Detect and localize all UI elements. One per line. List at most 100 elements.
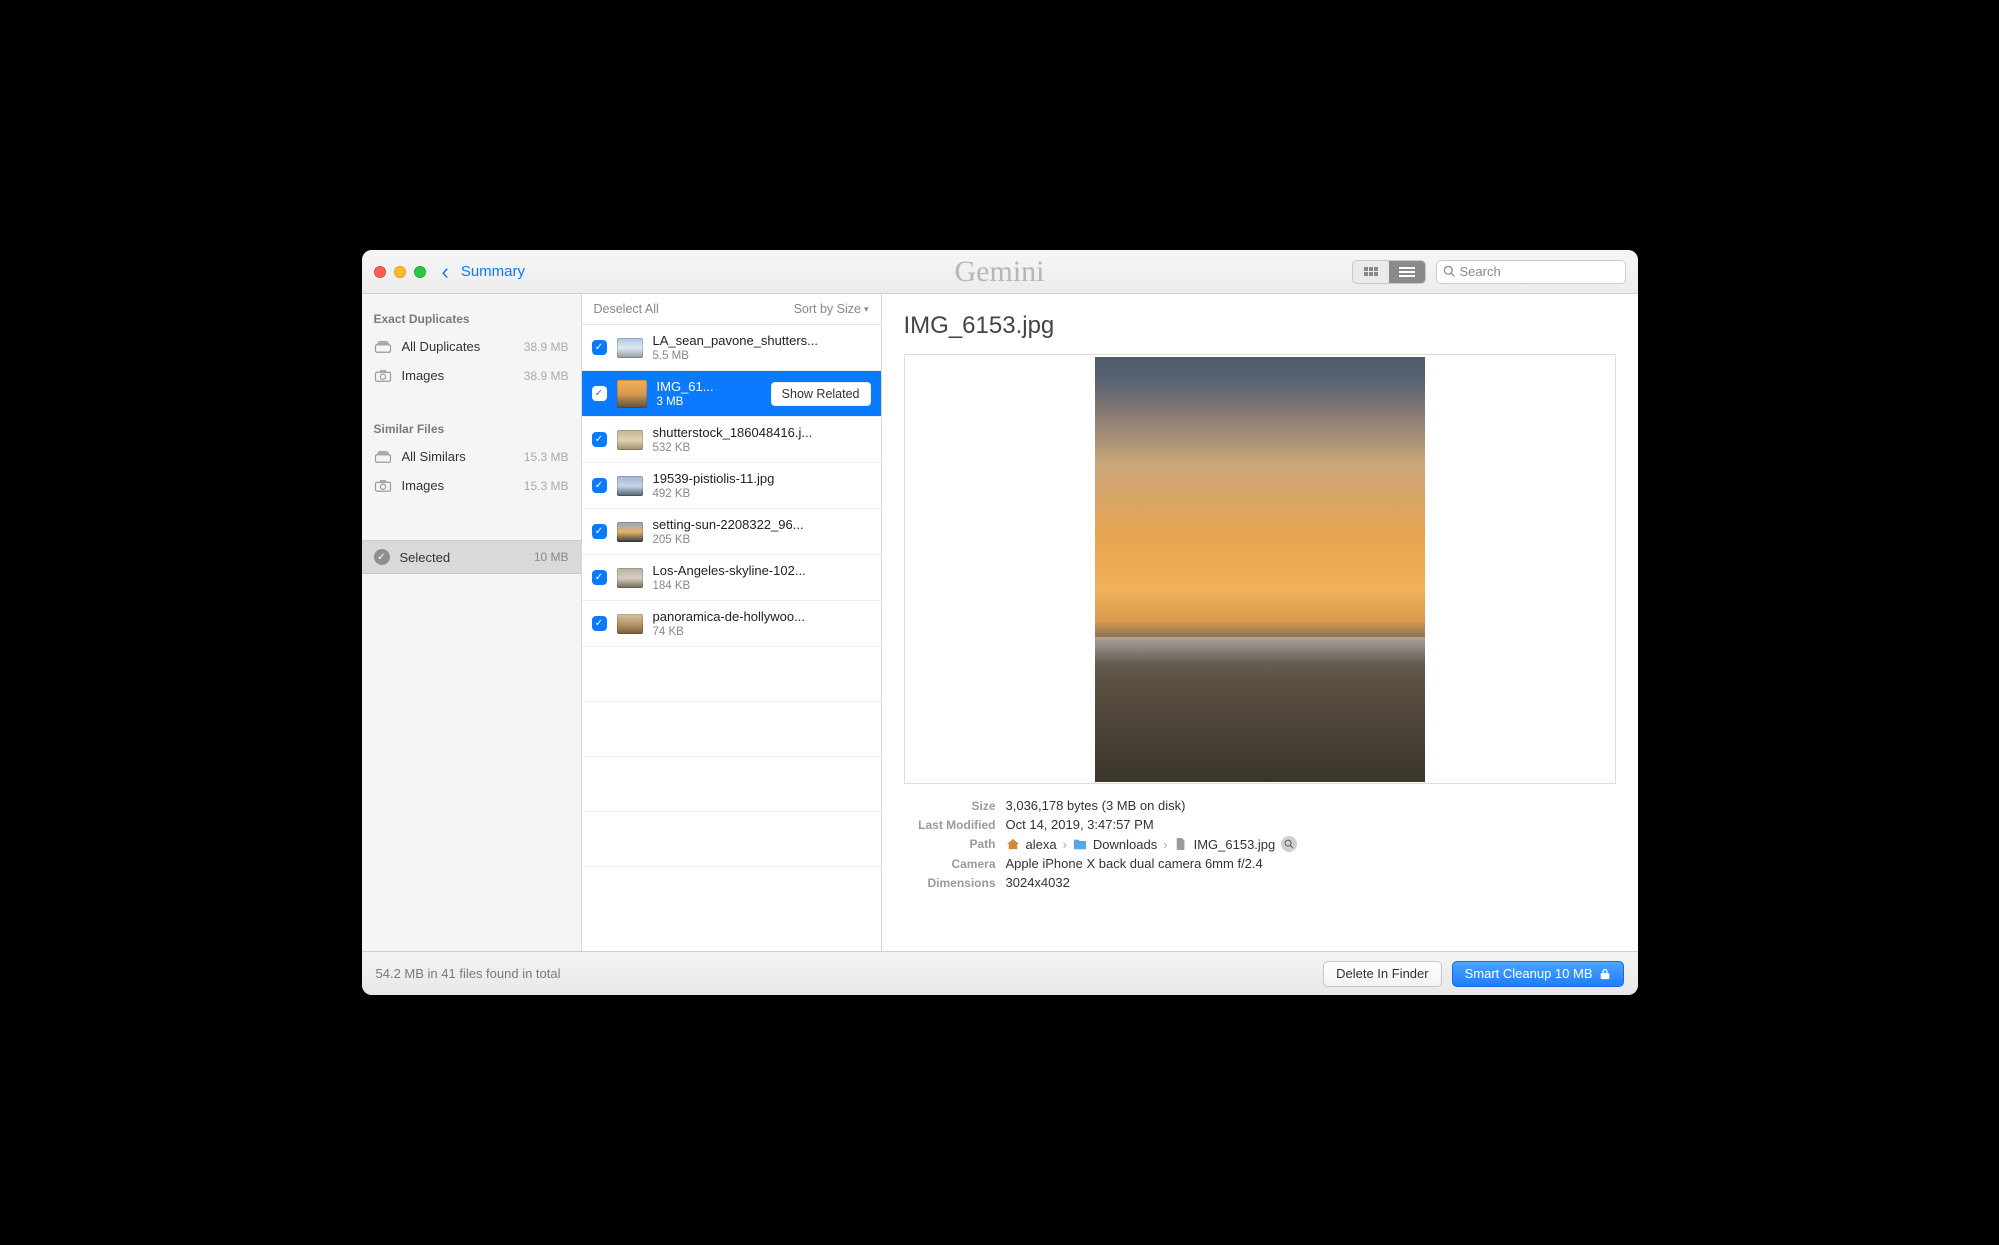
- file-name: LA_sean_pavone_shutters...: [653, 333, 819, 348]
- meta-value-size: 3,036,178 bytes (3 MB on disk): [1006, 798, 1186, 813]
- search-icon: [1284, 839, 1294, 849]
- empty-row: [582, 812, 881, 867]
- file-list[interactable]: ✓ LA_sean_pavone_shutters... 5.5 MB ✓ IM…: [582, 325, 881, 951]
- meta-value-dimensions: 3024x4032: [1006, 875, 1070, 890]
- sidebar-item-dup-images[interactable]: Images 38.9 MB: [362, 361, 581, 390]
- meta-value-camera: Apple iPhone X back dual camera 6mm f/2.…: [1006, 856, 1263, 871]
- file-thumbnail: [617, 338, 643, 358]
- file-name: panoramica-de-hollywoo...: [653, 609, 805, 624]
- checkbox[interactable]: ✓: [592, 478, 607, 493]
- smart-cleanup-button[interactable]: Smart Cleanup 10 MB: [1452, 961, 1624, 987]
- stack-icon: [374, 340, 392, 354]
- sidebar-item-label: Images: [402, 368, 445, 383]
- sidebar-item-all-similars[interactable]: All Similars 15.3 MB: [362, 442, 581, 471]
- zoom-window-icon[interactable]: [414, 266, 426, 278]
- file-name: shutterstock_186048416.j...: [653, 425, 813, 440]
- minimize-window-icon[interactable]: [394, 266, 406, 278]
- sidebar-item-all-duplicates[interactable]: All Duplicates 38.9 MB: [362, 332, 581, 361]
- search-placeholder: Search: [1460, 264, 1501, 279]
- button-label: Smart Cleanup 10 MB: [1465, 966, 1593, 981]
- chevron-right-icon: ›: [1063, 837, 1067, 852]
- file-size: 74 KB: [653, 626, 805, 638]
- delete-in-finder-button[interactable]: Delete In Finder: [1323, 961, 1442, 987]
- file-thumbnail: [617, 430, 643, 450]
- file-icon: [1174, 838, 1188, 850]
- list-icon: [1399, 267, 1415, 277]
- checkbox[interactable]: ✓: [592, 524, 607, 539]
- meta-label-path: Path: [904, 837, 996, 851]
- meta-label-camera: Camera: [904, 857, 996, 871]
- main-content: Exact Duplicates All Duplicates 38.9 MB …: [362, 294, 1638, 951]
- preview-image: [1095, 357, 1425, 782]
- file-size: 184 KB: [653, 580, 806, 592]
- sort-label: Sort by Size: [794, 302, 861, 316]
- file-size: 492 KB: [653, 488, 775, 500]
- back-chevron-icon[interactable]: ‹: [442, 259, 449, 285]
- button-label: Delete In Finder: [1336, 966, 1429, 981]
- checkbox[interactable]: ✓: [592, 432, 607, 447]
- meta-value-modified: Oct 14, 2019, 3:47:57 PM: [1006, 817, 1154, 832]
- checkbox[interactable]: ✓: [592, 570, 607, 585]
- sidebar-item-label: Images: [402, 478, 445, 493]
- search-input[interactable]: Search: [1436, 260, 1626, 284]
- sidebar-heading-duplicates: Exact Duplicates: [362, 302, 581, 332]
- file-thumbnail: [617, 522, 643, 542]
- file-thumbnail: [617, 568, 643, 588]
- file-size: 5.5 MB: [653, 350, 819, 362]
- file-name: 19539-pistiolis-11.jpg: [653, 471, 775, 486]
- search-icon: [1443, 265, 1456, 278]
- bottom-bar: 54.2 MB in 41 files found in total Delet…: [362, 951, 1638, 995]
- view-mode-toggle: [1352, 260, 1426, 284]
- path-segment-folder[interactable]: Downloads: [1093, 837, 1157, 852]
- path-segment-home[interactable]: alexa: [1026, 837, 1057, 852]
- file-row[interactable]: ✓ panoramica-de-hollywoo... 74 KB: [582, 601, 881, 647]
- sidebar-item-size: 38.9 MB: [524, 340, 569, 354]
- sidebar-item-selected[interactable]: ✓ Selected 10 MB: [362, 540, 581, 574]
- path-segment-file[interactable]: IMG_6153.jpg: [1194, 837, 1276, 852]
- checkbox[interactable]: ✓: [592, 616, 607, 631]
- window-controls: [374, 266, 426, 278]
- close-window-icon[interactable]: [374, 266, 386, 278]
- checkbox[interactable]: ✓: [592, 386, 607, 401]
- sidebar-heading-similar: Similar Files: [362, 412, 581, 442]
- show-related-button[interactable]: Show Related: [771, 382, 871, 406]
- grid-view-button[interactable]: [1353, 261, 1389, 283]
- empty-row: [582, 647, 881, 702]
- sidebar-item-label: All Duplicates: [402, 339, 481, 354]
- sidebar-item-size: 38.9 MB: [524, 369, 569, 383]
- checkmark-circle-icon: ✓: [374, 549, 390, 565]
- file-list-panel: Deselect All Sort by Size ▾ ✓ LA_sean_pa…: [582, 294, 882, 951]
- file-row[interactable]: ✓ shutterstock_186048416.j... 532 KB: [582, 417, 881, 463]
- file-thumbnail: [617, 476, 643, 496]
- file-row[interactable]: ✓ LA_sean_pavone_shutters... 5.5 MB: [582, 325, 881, 371]
- sidebar-item-size: 15.3 MB: [524, 450, 569, 464]
- file-row[interactable]: ✓ setting-sun-2208322_96... 205 KB: [582, 509, 881, 555]
- preview-metadata: Size 3,036,178 bytes (3 MB on disk) Last…: [904, 796, 1616, 892]
- preview-title: IMG_6153.jpg: [904, 312, 1616, 340]
- titlebar: ‹ Summary Gemini Search: [362, 250, 1638, 294]
- meta-label-modified: Last Modified: [904, 818, 996, 832]
- sidebar-item-sim-images[interactable]: Images 15.3 MB: [362, 471, 581, 500]
- sidebar-item-label: Selected: [400, 550, 451, 565]
- checkbox[interactable]: ✓: [592, 340, 607, 355]
- home-icon: [1006, 838, 1020, 850]
- summary-link[interactable]: Summary: [461, 263, 525, 280]
- sort-dropdown[interactable]: Sort by Size ▾: [794, 302, 869, 316]
- app-window: ‹ Summary Gemini Search Exact Duplicates: [362, 250, 1638, 995]
- meta-label-dimensions: Dimensions: [904, 876, 996, 890]
- sidebar-item-size: 15.3 MB: [524, 479, 569, 493]
- file-row[interactable]: ✓ Los-Angeles-skyline-102... 184 KB: [582, 555, 881, 601]
- sidebar-item-label: All Similars: [402, 449, 466, 464]
- list-view-button[interactable]: [1389, 261, 1425, 283]
- lock-icon: [1599, 968, 1611, 980]
- file-thumbnail: [617, 614, 643, 634]
- reveal-in-finder-button[interactable]: [1281, 836, 1297, 852]
- file-list-header: Deselect All Sort by Size ▾: [582, 294, 881, 325]
- chevron-down-icon: ▾: [864, 304, 869, 315]
- file-row[interactable]: ✓ IMG_61... 3 MB Show Related: [582, 371, 881, 417]
- meta-value-path: alexa › Downloads › IMG_6153.jpg: [1006, 836, 1298, 852]
- file-row[interactable]: ✓ 19539-pistiolis-11.jpg 492 KB: [582, 463, 881, 509]
- file-name: setting-sun-2208322_96...: [653, 517, 804, 532]
- deselect-all-button[interactable]: Deselect All: [594, 302, 659, 316]
- file-size: 532 KB: [653, 442, 813, 454]
